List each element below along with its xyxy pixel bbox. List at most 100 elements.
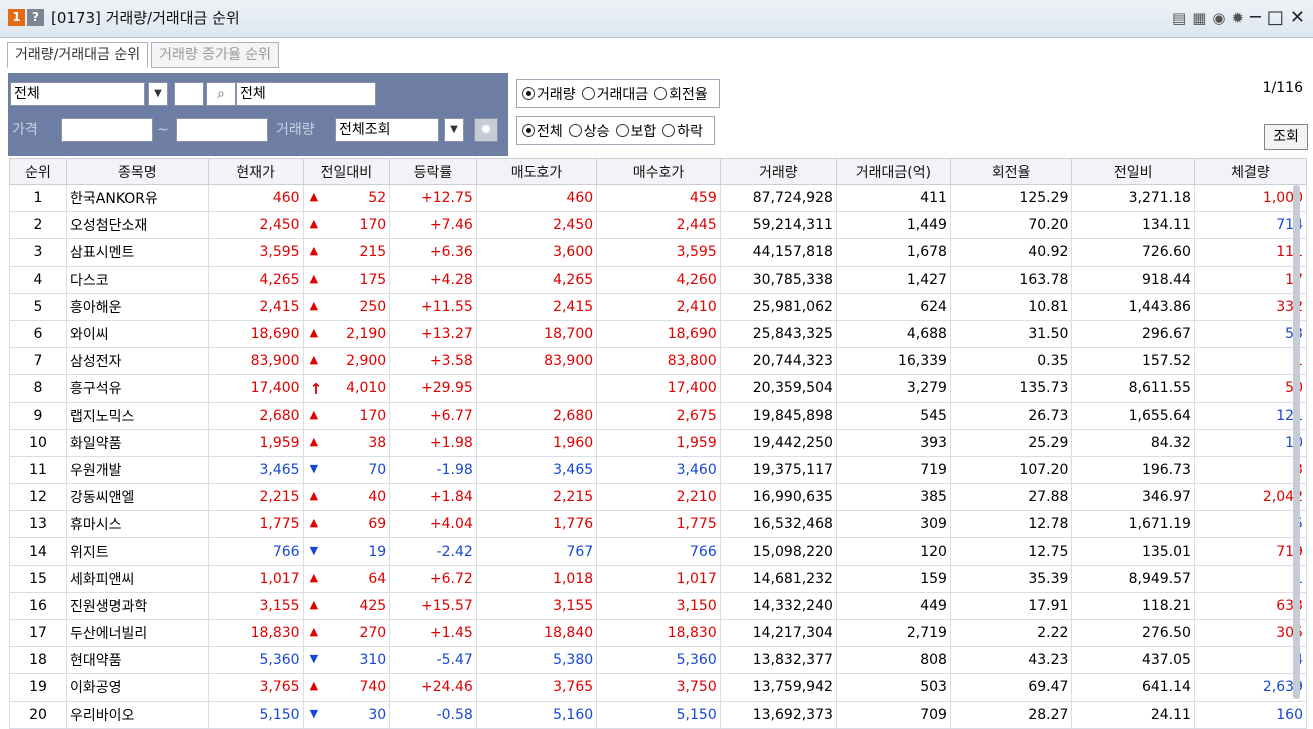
cell-change: ▼ 70 — [302, 455, 391, 485]
tab-volume-increase-rank[interactable]: 거래량 증가율 순위 — [151, 42, 280, 68]
cell-change: ▲ 170 — [302, 401, 391, 430]
table-row[interactable]: 7 삼성전자 83,900 ▲ 2,900 +3.58 83,900 83,800 20,744… — [8, 347, 1308, 376]
cell-price: 2,680 — [207, 401, 304, 430]
column-header[interactable]: 전일대비 — [302, 158, 391, 185]
table-row[interactable]: 15 세화피앤씨 1,017 ▲ 64 +6.72 1,018 1,017 14,681,232… — [8, 564, 1308, 593]
tab-volume-rank[interactable]: 거래량/거래대금 순위 — [7, 42, 149, 68]
column-header[interactable]: 매도호가 — [475, 158, 598, 185]
screen-number-badge[interactable]: 1 — [8, 9, 25, 26]
column-header[interactable]: 거래대금(억) — [835, 158, 951, 185]
cell-prevratio: 8,611.55 — [1071, 374, 1195, 403]
cell-ask: 3,465 — [475, 455, 598, 485]
cell-turnover: 28.27 — [949, 700, 1073, 729]
vertical-scrollbar[interactable] — [1293, 185, 1300, 699]
minimize-icon[interactable]: ─ — [1250, 8, 1261, 28]
table-row[interactable]: 11 우원개발 3,465 ▼ 70 -1.98 3,465 3,460 19,375,117 7… — [8, 455, 1308, 485]
cell-bid: 4,260 — [596, 265, 721, 294]
table-row[interactable]: 6 와이씨 18,690 ▲ 2,190 +13.27 18,700 18,690 25,843… — [8, 319, 1308, 349]
camera-icon[interactable]: ◉ — [1212, 8, 1225, 28]
up-arrow-icon: ▲ — [309, 298, 319, 312]
volume-select[interactable]: 전체조회 — [335, 118, 439, 142]
table-row[interactable]: 17 두산에너빌리 18,830 ▲ 270 +1.45 18,840 18,830 14,21… — [8, 618, 1308, 648]
cell-rank: 7 — [8, 347, 68, 376]
cell-bid: 1,959 — [596, 428, 721, 457]
table-row[interactable]: 14 위지트 766 ▼ 19 -2.42 767 766 15,098,220 120 12.75… — [8, 537, 1308, 566]
cell-rank: 6 — [8, 319, 68, 349]
column-header[interactable]: 종목명 — [66, 158, 209, 185]
table-row[interactable]: 18 현대약품 5,360 ▼ 310 -5.47 5,380 5,360 13,832,377… — [8, 646, 1308, 675]
radio-rise[interactable]: 상승 — [568, 121, 610, 141]
cell-rank: 18 — [8, 646, 68, 675]
up-arrow-icon: ▲ — [309, 244, 319, 258]
cell-prevratio: 437.05 — [1071, 646, 1195, 675]
chevron-down-icon[interactable]: ▼ — [444, 118, 464, 142]
cell-trade: 17 — [1193, 265, 1308, 294]
column-header[interactable]: 매수호가 — [596, 158, 721, 185]
change-value: 2,190 — [346, 326, 387, 343]
table-row[interactable]: 5 흥아해운 2,415 ▲ 250 +11.55 2,415 2,410 25,981,062… — [8, 292, 1308, 321]
cell-ask: 2,680 — [475, 401, 598, 430]
cell-trade: 5 — [1193, 510, 1308, 539]
stock-name-field[interactable]: 전체 — [236, 82, 376, 106]
up-arrow-icon: ▲ — [309, 217, 319, 231]
price-to-input[interactable] — [176, 118, 268, 142]
table-row[interactable]: 20 우리바이오 5,150 ▼ 30 -0.58 5,160 5,150 13,692,373… — [8, 700, 1308, 729]
radio-all[interactable]: 전체 — [522, 121, 563, 141]
down-arrow-icon: ▼ — [309, 543, 319, 557]
column-header[interactable]: 전일비 — [1071, 158, 1195, 185]
help-icon[interactable]: ? — [27, 9, 44, 26]
column-header[interactable]: 등락률 — [389, 158, 477, 185]
table-row[interactable]: 4 다스코 4,265 ▲ 175 +4.28 4,265 4,260 30,785,338 1,… — [8, 265, 1308, 294]
cell-trade: 719 — [1193, 537, 1308, 566]
memo-icon[interactable]: ▤ — [1172, 8, 1186, 28]
print-icon[interactable]: ▦ — [1192, 8, 1206, 28]
close-icon[interactable]: ✕ — [1290, 8, 1305, 28]
cell-turnover: 17.91 — [949, 591, 1073, 621]
cell-prevratio: 157.52 — [1071, 347, 1195, 376]
cell-rate: +3.58 — [389, 347, 477, 376]
cell-amount: 411 — [835, 183, 951, 213]
column-header[interactable]: 체결량 — [1193, 158, 1308, 185]
table-row[interactable]: 12 강동씨앤엘 2,215 ▲ 40 +1.84 2,215 2,210 16,990,635… — [8, 483, 1308, 512]
cell-rate: +1.84 — [389, 483, 477, 512]
cell-turnover: 2.22 — [949, 618, 1073, 648]
settings-gear-icon[interactable]: ✹ — [474, 118, 498, 142]
maximize-icon[interactable]: □ — [1267, 8, 1284, 28]
change-value: 270 — [359, 625, 387, 642]
radio-flat[interactable]: 보합 — [615, 121, 656, 141]
radio-turnover[interactable]: 회전율 — [654, 84, 708, 104]
cell-rank: 9 — [8, 401, 68, 430]
table-row[interactable]: 13 휴마시스 1,775 ▲ 69 +4.04 1,776 1,775 16,532,468 3… — [8, 510, 1308, 539]
table-row[interactable]: 9 랩지노믹스 2,680 ▲ 170 +6.77 2,680 2,675 19,845,898… — [8, 401, 1308, 430]
table-row[interactable]: 19 이화공영 3,765 ▲ 740 +24.46 3,765 3,750 13,759,94… — [8, 673, 1308, 702]
table-row[interactable]: 8 흥구석유 17,400 ↑ 4,010 +29.95 17,400 20,359,504 3… — [8, 374, 1308, 403]
radio-fall[interactable]: 하락 — [662, 121, 703, 141]
stock-code-input[interactable] — [174, 82, 204, 106]
cell-ask: 2,450 — [475, 211, 598, 240]
search-icon[interactable]: ⌕ — [206, 82, 236, 106]
table-row[interactable]: 3 삼표시멘트 3,595 ▲ 215 +6.36 3,600 3,595 44,157,818… — [8, 238, 1308, 267]
cell-turnover: 40.92 — [949, 238, 1073, 267]
price-from-input[interactable] — [61, 118, 153, 142]
cell-change: ▲ 175 — [302, 265, 391, 294]
table-row[interactable]: 2 오성첨단소재 2,450 ▲ 170 +7.46 2,450 2,445 59,214,31… — [8, 211, 1308, 240]
search-button[interactable]: 조회 — [1264, 124, 1308, 150]
market-select[interactable]: 전체 — [10, 82, 145, 106]
column-header[interactable]: 거래량 — [719, 158, 837, 185]
down-arrow-icon: ▼ — [309, 652, 319, 666]
cell-trade: 714 — [1193, 211, 1308, 240]
radio-amount[interactable]: 거래대금 — [581, 84, 648, 104]
radio-volume[interactable]: 거래량 — [522, 84, 576, 104]
cell-trade: 2,042 — [1193, 483, 1308, 512]
column-header[interactable]: 현재가 — [207, 158, 304, 185]
cell-trade: 1 — [1193, 564, 1308, 593]
table-row[interactable]: 10 화일약품 1,959 ▲ 38 +1.98 1,960 1,959 19,442,250 3… — [8, 428, 1308, 457]
cell-rank: 16 — [8, 591, 68, 621]
column-header[interactable]: 순위 — [8, 158, 68, 185]
chevron-down-icon[interactable]: ▼ — [148, 82, 168, 106]
table-row[interactable]: 16 진원생명과학 3,155 ▲ 425 +15.57 3,155 3,150 14,332,… — [8, 591, 1308, 621]
column-header[interactable]: 회전율 — [949, 158, 1073, 185]
cell-amount: 309 — [835, 510, 951, 539]
table-row[interactable]: 1 한국ANKOR유 460 ▲ 52 +12.75 460 459 87,724,928 411… — [8, 183, 1308, 213]
gear-icon[interactable]: ✹ — [1231, 8, 1244, 28]
